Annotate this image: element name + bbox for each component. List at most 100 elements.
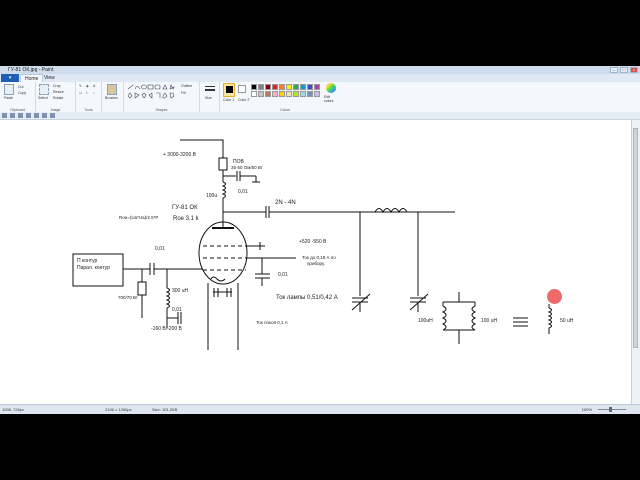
ribbon-tabs: ▾ Home View <box>0 74 640 82</box>
edit-colors-icon[interactable] <box>326 83 336 93</box>
palette-swatch[interactable] <box>300 84 306 90</box>
palette-swatch[interactable] <box>314 91 320 97</box>
lamp-current-label: Ток лампы 0,51/0,42 А <box>276 295 338 301</box>
crop-button[interactable]: Crop <box>53 84 61 88</box>
choke-100uh-label: 300 uH <box>172 288 189 294</box>
coil-eq-label: 50 uH <box>560 318 574 324</box>
file-menu-button[interactable]: ▾ <box>1 74 19 82</box>
size-line-icon-2[interactable] <box>205 89 215 91</box>
screen-cap-label: 0,01 <box>278 272 288 278</box>
paint-window: ГУ-81 ОК.jpg - Paint – □ × ▾ Home View P… <box>0 66 640 414</box>
bias-label: -160 В/-200 В <box>151 326 183 332</box>
select-icon[interactable] <box>39 84 49 95</box>
palette-swatch[interactable] <box>279 91 285 97</box>
edit-colors-button[interactable]: Edit colors <box>324 95 340 103</box>
mouse-pointer-highlight <box>547 289 562 304</box>
zoom-slider-knob[interactable] <box>609 407 612 412</box>
palette-swatch[interactable] <box>286 91 292 97</box>
file-size: Size: 101,2KB <box>152 407 178 412</box>
coupling-cap-label: 2N - 4N <box>275 200 296 206</box>
idle-current-label: Ток покоя 0,1 А <box>256 320 288 325</box>
supply-label: + 3000-3200 В <box>163 152 197 158</box>
brushes-button[interactable]: Brushes <box>105 96 118 100</box>
color-picker-icon[interactable]: ⌇ <box>86 91 88 95</box>
size-button[interactable]: Size <box>205 96 212 100</box>
screen-note-2: прибору. <box>307 261 325 266</box>
palette-swatch[interactable] <box>272 84 278 90</box>
maximize-button[interactable]: □ <box>620 67 628 73</box>
palette-swatch[interactable] <box>258 84 264 90</box>
zoom-slider[interactable] <box>598 409 626 410</box>
palette-swatch[interactable] <box>293 84 299 90</box>
palette-swatch[interactable] <box>314 84 320 90</box>
size-group: Size <box>200 82 220 112</box>
fill-icon[interactable]: ◈ <box>86 84 89 88</box>
undo-icon[interactable] <box>10 113 15 118</box>
window-title: ГУ-81 ОК.jpg - Paint <box>8 67 54 73</box>
magnifier-icon[interactable]: ⌕ <box>93 91 95 95</box>
palette-swatch[interactable] <box>307 84 313 90</box>
pencil-icon[interactable]: ✎ <box>79 84 82 88</box>
input-box-line1: П контур <box>77 258 98 264</box>
fill-button[interactable]: Fill <box>181 91 185 95</box>
palette-swatch[interactable] <box>265 91 271 97</box>
resistor-700-label: 700/70 Вт <box>118 295 138 300</box>
image-group: Select Crop Resize Rotate Image <box>36 82 76 112</box>
shapes-group: Outline Fill Shapes <box>124 82 200 112</box>
customize-icon[interactable] <box>50 113 55 118</box>
palette-swatch[interactable] <box>272 91 278 97</box>
shapes-gallery[interactable] <box>127 84 179 102</box>
drawing-canvas[interactable]: + 3000-3200 В ПОВ 35-50 Ом/50 Вт 0,01 10… <box>0 120 632 404</box>
redo-icon[interactable] <box>18 113 23 118</box>
input-cap-label: 0,01 <box>155 246 165 252</box>
roe-formula-label: Roe=(Ua*Ua)/2.5*P <box>119 215 158 220</box>
input-box-line2: Парал. контур <box>77 265 110 271</box>
quick-access-bar <box>0 112 640 120</box>
select-button[interactable]: Select <box>38 96 48 100</box>
brushes-group: Brushes <box>102 82 124 112</box>
colors-group: Color 1 Color 2 Edit colors Colors <box>220 82 350 112</box>
eraser-icon[interactable]: ▭ <box>79 91 82 95</box>
cut-button[interactable]: Cut <box>18 85 23 89</box>
top-cap-label: 0,01 <box>238 189 248 195</box>
tab-view[interactable]: View <box>40 74 59 82</box>
vertical-scrollbar[interactable] <box>631 120 640 404</box>
palette-swatch[interactable] <box>286 84 292 90</box>
zoom-level: 100% <box>581 407 592 412</box>
screen-note-1: Ток до 0,18 А по <box>302 255 336 260</box>
palette-swatch[interactable] <box>251 91 257 97</box>
copy-button[interactable]: Copy <box>18 91 26 95</box>
coil-b-label: 100 uH <box>481 318 498 324</box>
resize-button[interactable]: Resize <box>53 90 64 94</box>
print-icon[interactable] <box>34 113 39 118</box>
palette-swatch[interactable] <box>251 84 257 90</box>
color1-label: Color 1 <box>223 98 235 102</box>
brush-icon[interactable] <box>107 84 117 95</box>
close-button[interactable]: × <box>630 67 638 73</box>
palette-swatch[interactable] <box>307 91 313 97</box>
palette-swatch[interactable] <box>293 91 299 97</box>
color1-slot[interactable] <box>223 83 235 97</box>
size-line-icon[interactable] <box>205 86 215 87</box>
color-palette <box>251 84 333 98</box>
paste-button[interactable]: Paste <box>4 96 13 100</box>
color2-swatch[interactable] <box>238 85 246 93</box>
palette-swatch[interactable] <box>279 84 285 90</box>
minimize-button[interactable]: – <box>610 67 618 73</box>
ribbon: Paste Cut Copy Clipboard Select Crop Res… <box>0 82 640 113</box>
outline-button[interactable]: Outline <box>181 84 192 88</box>
save-icon[interactable] <box>2 113 7 118</box>
text-icon[interactable]: A <box>93 84 95 88</box>
paste-icon[interactable] <box>4 84 14 95</box>
palette-swatch[interactable] <box>300 91 306 97</box>
selection-size: 2106 × 1260px <box>105 407 132 412</box>
tools-group: ✎ ◈ A ▭ ⌇ ⌕ Tools <box>76 82 102 112</box>
properties-icon[interactable] <box>42 113 47 118</box>
palette-swatch[interactable] <box>265 84 271 90</box>
rotate-button[interactable]: Rotate <box>53 96 63 100</box>
view-toggle-icon[interactable] <box>26 113 31 118</box>
tube-name-label: ГУ-81 ОК <box>172 205 198 211</box>
scroll-thumb[interactable] <box>633 128 638 348</box>
palette-swatch[interactable] <box>258 91 264 97</box>
status-bar: 1008, 726px 2106 × 1260px Size: 101,2KB … <box>0 404 640 414</box>
